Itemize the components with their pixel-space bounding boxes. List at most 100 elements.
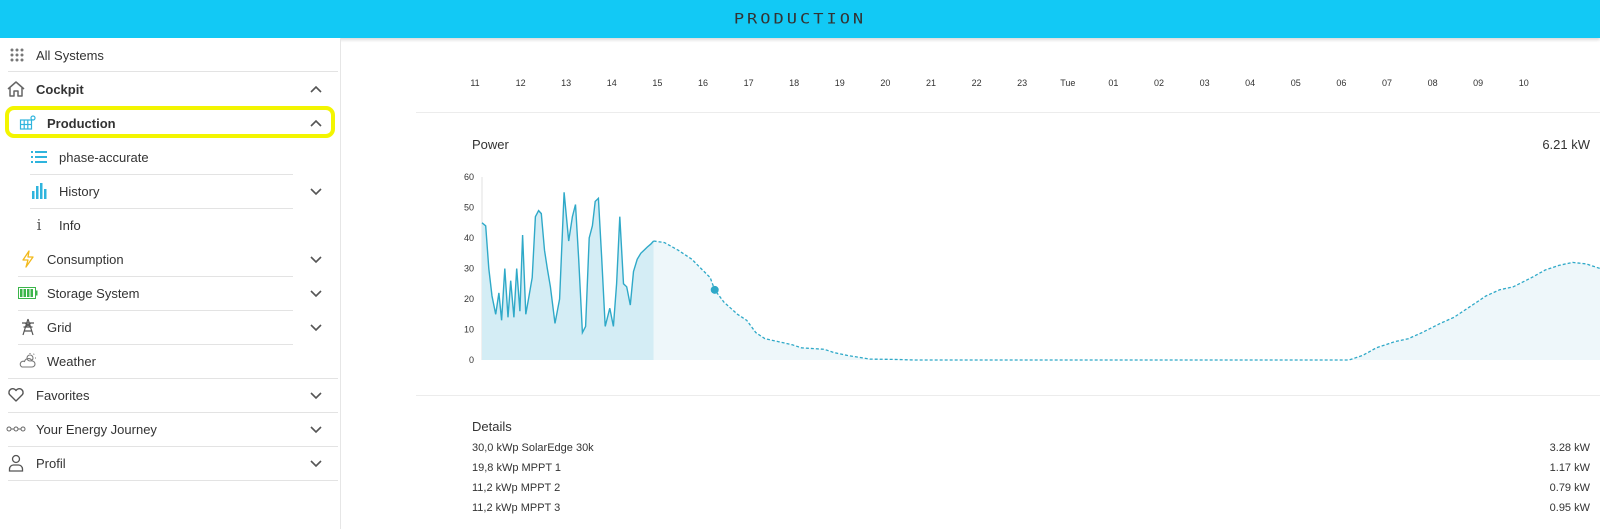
lightning-icon	[17, 249, 39, 269]
detail-row: 11,2 kWp MPPT 3 0.95 kW	[472, 502, 1590, 518]
heart-icon	[5, 385, 27, 405]
hour-label: 03	[1199, 78, 1210, 88]
power-tower-icon	[17, 317, 39, 337]
hour-label: 23	[1017, 78, 1028, 88]
nav-label: Consumption	[47, 251, 124, 267]
detail-label: 19,8 kWp MPPT 1	[472, 462, 562, 474]
divider	[8, 480, 338, 481]
y-tick-label: 30	[464, 264, 474, 274]
detail-value: 0.95 kW	[1549, 502, 1590, 514]
nav-cockpit[interactable]: Cockpit	[0, 72, 338, 106]
nav-label: Profil	[36, 455, 66, 471]
chevron-down-icon[interactable]	[308, 319, 324, 335]
nav-label: Your Energy Journey	[36, 421, 157, 437]
nav-weather[interactable]: Weather	[0, 344, 338, 378]
hour-label: 04	[1245, 78, 1256, 88]
nav-all-systems[interactable]: All Systems	[0, 38, 338, 72]
hour-label: 09	[1473, 78, 1484, 88]
forecast-area	[653, 241, 1600, 360]
chevron-down-icon[interactable]	[308, 183, 324, 199]
hour-label: 17	[743, 78, 754, 88]
chevron-down-icon[interactable]	[308, 421, 324, 437]
detail-row: 19,8 kWp MPPT 1 1.17 kW	[472, 462, 1590, 478]
sidebar: All Systems Cockpit Production phase-acc…	[0, 38, 341, 529]
journey-icon	[5, 419, 27, 439]
detail-label: 11,2 kWp MPPT 3	[472, 502, 561, 514]
chevron-down-icon[interactable]	[308, 251, 324, 267]
y-tick-label: 0	[469, 355, 474, 365]
chevron-down-icon[interactable]	[308, 455, 324, 471]
divider	[416, 112, 1600, 113]
current-point-marker[interactable]	[710, 285, 719, 294]
nav-phase-accurate[interactable]: phase-accurate	[0, 140, 338, 174]
hour-label: 07	[1381, 78, 1393, 88]
hour-label: 18	[789, 78, 800, 88]
detail-value: 1.17 kW	[1549, 462, 1590, 474]
list-icon	[28, 147, 50, 167]
nav-history[interactable]: History	[0, 174, 338, 208]
y-tick-label: 20	[464, 294, 474, 304]
nav-label: Weather	[47, 353, 96, 369]
nav-label: Cockpit	[36, 81, 84, 97]
y-tick-label: 40	[464, 233, 474, 243]
hour-label: 10	[1518, 78, 1529, 88]
hour-label: 05	[1290, 78, 1301, 88]
hour-label: 19	[834, 78, 845, 88]
hour-label: 08	[1427, 78, 1438, 88]
detail-row: 11,2 kWp MPPT 2 0.79 kW	[472, 482, 1590, 498]
hour-label: 21	[925, 78, 937, 88]
hour-label: 11	[470, 78, 480, 88]
power-current-value: 6.21 kW	[1542, 137, 1590, 152]
nav-label: Storage System	[47, 285, 140, 301]
chevron-down-icon[interactable]	[308, 387, 324, 403]
hour-label: 02	[1153, 78, 1165, 88]
nav-storage-system[interactable]: Storage System	[0, 276, 338, 310]
production-area	[482, 192, 654, 360]
bar-chart-icon	[28, 181, 50, 201]
divider	[416, 395, 1600, 396]
nav-label: Info	[59, 217, 81, 233]
grid-dots-icon	[6, 45, 28, 65]
y-tick-label: 10	[464, 325, 474, 335]
hour-label: 12	[515, 78, 526, 88]
y-axis: 0 10 20 30 40 50 60	[464, 172, 483, 365]
hour-label: 06	[1336, 78, 1347, 88]
hour-label: 01	[1108, 78, 1119, 88]
power-chart: 0 10 20 30 40 50 60	[464, 172, 1600, 365]
chevron-up-icon[interactable]	[308, 81, 324, 97]
nav-grid[interactable]: Grid	[0, 310, 338, 344]
nav-favorites[interactable]: Favorites	[0, 378, 338, 412]
battery-icon	[17, 283, 39, 303]
detail-label: 11,2 kWp MPPT 2	[472, 482, 561, 494]
y-tick-label: 50	[464, 203, 474, 213]
nav-label: Grid	[47, 319, 72, 335]
detail-label: 30,0 kWp SolarEdge 30k	[472, 442, 594, 454]
info-icon: i	[36, 216, 42, 234]
hour-label: 16	[697, 78, 709, 88]
hour-label: Tue	[1060, 78, 1076, 88]
chevron-down-icon[interactable]	[308, 285, 324, 301]
selection-highlight	[5, 106, 335, 138]
nav-profil[interactable]: Profil	[0, 446, 338, 480]
page-title: PRODUCTION	[733, 10, 867, 28]
nav-energy-journey[interactable]: Your Energy Journey	[0, 412, 338, 446]
hour-label: 15	[652, 78, 663, 88]
detail-value: 0.79 kW	[1549, 482, 1590, 494]
hour-label: 14	[606, 78, 617, 88]
nav-label: History	[59, 183, 100, 199]
detail-value: 3.28 kW	[1549, 442, 1590, 454]
y-tick-label: 60	[464, 172, 474, 182]
nav-label: Favorites	[36, 387, 90, 403]
nav-info[interactable]: i Info	[0, 208, 338, 242]
main-content: 11 12 13 14 15 16 17 18 19 20 21 22 23 Tue 01 02 03 04 05 0…	[341, 38, 1600, 529]
details-title: Details	[472, 419, 512, 434]
top-bar: PRODUCTION	[0, 0, 1600, 38]
hour-timeline: 11 12 13 14 15 16 17 18 19 20 21 22 23 Tue 01 02 03 04 05 0…	[341, 78, 1600, 94]
power-title: Power	[472, 137, 509, 152]
user-icon	[5, 453, 27, 473]
hour-label: 13	[561, 78, 572, 88]
detail-row: 30,0 kWp SolarEdge 30k 3.28 kW	[472, 442, 1590, 458]
nav-consumption[interactable]: Consumption	[0, 242, 338, 276]
hour-label: 20	[880, 78, 891, 88]
home-icon	[5, 79, 27, 99]
